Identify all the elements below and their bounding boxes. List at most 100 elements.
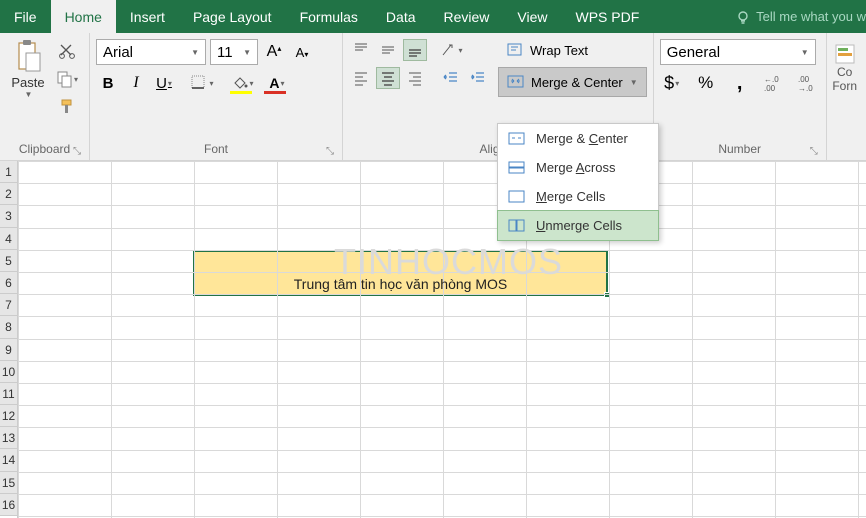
row-headers: 1 2 3 4 5 6 7 8 9 10 11 12 13 14 15 16 <box>0 161 18 518</box>
menu-merge-center[interactable]: Merge & Center <box>498 124 658 153</box>
align-right-icon <box>406 69 424 87</box>
wrap-text-icon <box>506 41 524 59</box>
align-center-button[interactable] <box>376 67 400 89</box>
font-size-select[interactable]: 11▼ <box>210 39 258 65</box>
group-font: Arial▼ 11▼ A▴ A▾ B I U▾ ▾ ▾ A▾ Font ⤡ <box>90 33 343 160</box>
row-header[interactable]: 5 <box>0 250 17 272</box>
lightbulb-icon <box>735 9 751 25</box>
font-color-button[interactable]: A▾ <box>262 71 292 95</box>
align-middle-icon <box>379 41 397 59</box>
copy-button[interactable]: ▾ <box>56 69 78 89</box>
row-header[interactable]: 3 <box>0 205 17 227</box>
font-name-select[interactable]: Arial▼ <box>96 39 206 65</box>
align-middle-button[interactable] <box>376 39 400 61</box>
align-center-icon <box>379 69 397 87</box>
copy-icon <box>56 70 73 88</box>
clipboard-launcher[interactable]: ⤡ <box>73 146 81 157</box>
row-header[interactable]: 12 <box>0 405 17 427</box>
row-header[interactable]: 13 <box>0 427 17 449</box>
paste-button[interactable]: Paste ▼ <box>6 37 50 139</box>
svg-text:.00: .00 <box>798 75 810 84</box>
scissors-icon <box>58 42 76 60</box>
row-header[interactable]: 15 <box>0 472 17 494</box>
menu-merge-cells-label: Merge Cells <box>536 189 605 204</box>
orientation-icon <box>439 41 457 59</box>
group-styles-partial: Co Forn <box>827 33 863 160</box>
menu-unmerge-cells[interactable]: Unmerge Cells <box>497 210 659 241</box>
cell-grid[interactable]: TINHOCMOS Trung tâm tin học văn phòng MO… <box>18 161 866 518</box>
svg-text:←.0: ←.0 <box>764 75 779 84</box>
merge-center-button[interactable]: Merge & Center ▼ <box>498 67 647 97</box>
align-right-button[interactable] <box>403 67 427 89</box>
orientation-button[interactable]: ▾ <box>439 39 463 61</box>
decrease-indent-button[interactable] <box>439 67 463 89</box>
row-header[interactable]: 10 <box>0 361 17 383</box>
border-icon <box>190 74 208 92</box>
row-header[interactable]: 6 <box>0 272 17 294</box>
inc-decimal-icon: ←.0.00 <box>764 74 784 92</box>
tab-view[interactable]: View <box>503 0 561 33</box>
tell-me-search[interactable]: Tell me what you w <box>725 0 866 33</box>
row-header[interactable]: 7 <box>0 294 17 316</box>
wrap-text-label: Wrap Text <box>530 43 588 58</box>
tab-wps-pdf[interactable]: WPS PDF <box>562 0 654 33</box>
number-group-label: Number <box>718 142 761 156</box>
menu-merge-across[interactable]: Merge Across <box>498 153 658 182</box>
merge-dropdown: Merge & Center Merge Across Merge Cells … <box>497 123 659 241</box>
font-group-label: Font <box>204 142 228 156</box>
increase-font-button[interactable]: A▴ <box>262 40 286 64</box>
align-top-icon <box>352 41 370 59</box>
conditional-formatting-icon <box>834 43 856 65</box>
menu-unmerge-label: Unmerge Cells <box>536 218 622 233</box>
tab-file[interactable]: File <box>0 0 51 33</box>
row-header[interactable]: 8 <box>0 316 17 338</box>
row-header[interactable]: 4 <box>0 228 17 250</box>
menu-merge-across-label: Merge Across <box>536 160 615 175</box>
clipboard-group-label: Clipboard <box>19 142 70 156</box>
font-launcher[interactable]: ⤡ <box>326 146 334 157</box>
increase-indent-button[interactable] <box>466 67 490 89</box>
decrease-font-button[interactable]: A▾ <box>290 40 314 64</box>
tab-page-layout[interactable]: Page Layout <box>179 0 286 33</box>
underline-button[interactable]: U▾ <box>152 71 176 95</box>
tab-review[interactable]: Review <box>430 0 504 33</box>
merge-center-icon <box>508 130 526 148</box>
increase-decimal-button[interactable]: ←.0.00 <box>762 71 786 95</box>
row-header[interactable]: 11 <box>0 383 17 405</box>
italic-button[interactable]: I <box>124 71 148 95</box>
tab-insert[interactable]: Insert <box>116 0 179 33</box>
tab-data[interactable]: Data <box>372 0 430 33</box>
sheet-area: 1 2 3 4 5 6 7 8 9 10 11 12 13 14 15 16 T… <box>0 161 866 518</box>
number-format-select[interactable]: General▼ <box>660 39 816 65</box>
ribbon-tabs: File Home Insert Page Layout Formulas Da… <box>0 0 866 33</box>
tab-home[interactable]: Home <box>51 0 116 33</box>
decrease-decimal-button[interactable]: .00→.0 <box>796 71 820 95</box>
cond-label1: Co <box>837 65 852 79</box>
fill-color-button[interactable]: ▾ <box>228 71 258 95</box>
row-header[interactable]: 2 <box>0 183 17 205</box>
comma-button[interactable]: , <box>728 71 752 95</box>
wrap-text-button[interactable]: Wrap Text <box>498 37 647 63</box>
align-left-button[interactable] <box>349 67 373 89</box>
tab-formulas[interactable]: Formulas <box>286 0 372 33</box>
percent-button[interactable]: % <box>694 71 718 95</box>
row-header[interactable]: 14 <box>0 449 17 471</box>
row-header[interactable]: 9 <box>0 339 17 361</box>
align-bottom-button[interactable] <box>403 39 427 61</box>
merged-cell-text: Trung tâm tin học văn phòng MOS <box>294 276 507 292</box>
menu-merge-cells[interactable]: Merge Cells <box>498 182 658 211</box>
borders-button[interactable]: ▾ <box>190 71 214 95</box>
format-painter-button[interactable] <box>56 97 78 117</box>
accounting-button[interactable]: $▾ <box>660 71 684 95</box>
number-launcher[interactable]: ⤡ <box>810 146 818 157</box>
unmerge-icon <box>508 217 526 235</box>
bold-button[interactable]: B <box>96 71 120 95</box>
group-clipboard: Paste ▼ ▾ Clipboard⤡ <box>0 33 90 160</box>
row-header[interactable]: 1 <box>0 161 17 183</box>
chevron-down-icon[interactable]: ▼ <box>630 78 638 87</box>
cut-button[interactable] <box>56 41 78 61</box>
paintbrush-icon <box>58 98 76 116</box>
row-header[interactable]: 16 <box>0 494 17 516</box>
align-top-button[interactable] <box>349 39 373 61</box>
merged-cell-selection[interactable]: Trung tâm tin học văn phòng MOS <box>193 250 608 296</box>
